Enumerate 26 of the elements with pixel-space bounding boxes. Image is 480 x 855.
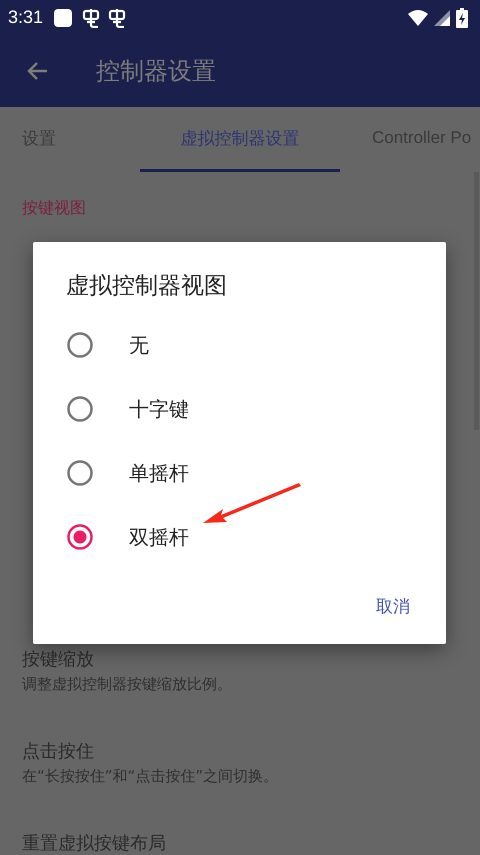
setting-summary: 在“长按按住”和“点击按住”之间切换。: [22, 767, 280, 786]
option-label: 无: [129, 332, 149, 358]
option-label: 单摇杆: [129, 460, 189, 486]
radio-option[interactable]: 双摇杆: [66, 505, 446, 569]
radio-option[interactable]: 十字键: [66, 377, 446, 441]
option-label: 十字键: [129, 396, 189, 422]
screen-title: 控制器设置: [96, 56, 216, 87]
battery-icon: [456, 8, 468, 28]
radio-button[interactable]: [66, 459, 94, 487]
section-header: 按键视图: [22, 198, 87, 219]
notification-icon: [53, 8, 74, 28]
radio-option[interactable]: 单摇杆: [66, 441, 446, 505]
radio-button[interactable]: [66, 395, 94, 423]
setting-summary: 调整虚拟控制器按键缩放比例。: [22, 675, 233, 694]
radio-button[interactable]: [66, 331, 94, 359]
status-time: 3:31: [8, 7, 44, 28]
setting-title: 重置虚拟按键布局: [22, 832, 167, 855]
signal-icon: [434, 10, 450, 26]
radio-button[interactable]: [66, 523, 94, 551]
cancel-button[interactable]: 取消: [370, 587, 416, 626]
setting-title: 按键缩放: [22, 648, 95, 671]
dialog-title: 虚拟控制器视图: [66, 272, 228, 301]
radio-option[interactable]: 无: [66, 313, 446, 377]
setting-title: 点击按住: [22, 740, 95, 763]
option-label: 双摇杆: [129, 524, 189, 550]
wifi-icon: [408, 10, 428, 26]
